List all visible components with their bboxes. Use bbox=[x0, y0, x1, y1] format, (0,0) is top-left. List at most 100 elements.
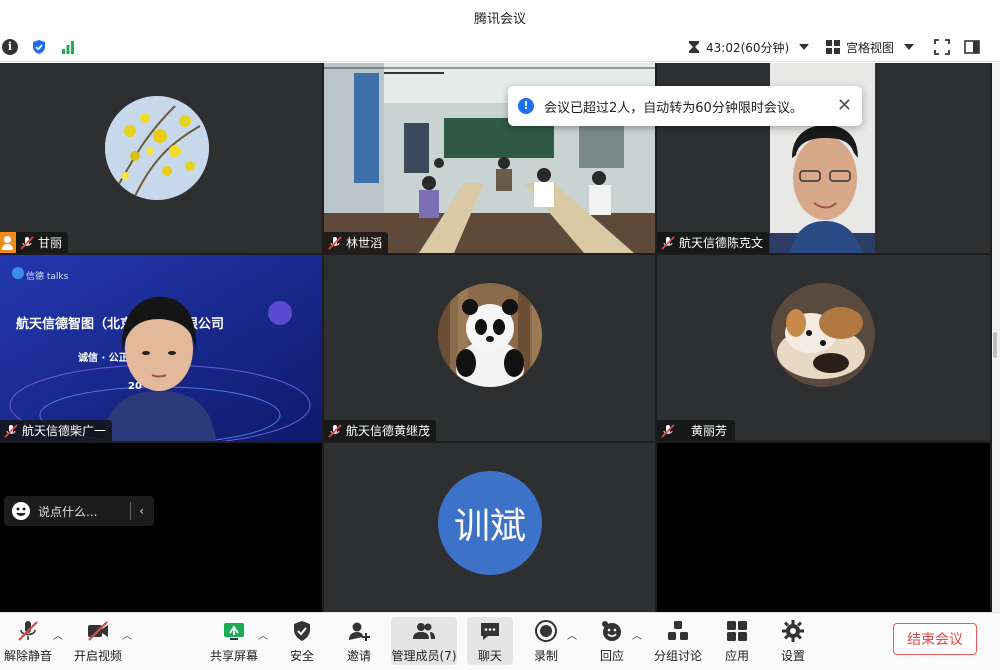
participant-name: 林世滔 bbox=[346, 236, 383, 250]
gear-icon bbox=[782, 620, 804, 642]
panda-avatar-image bbox=[438, 283, 542, 387]
mic-muted-icon bbox=[20, 235, 34, 250]
empty-tile bbox=[657, 443, 990, 612]
name-bar: 航天信德黄继茂 bbox=[324, 420, 437, 441]
avatar bbox=[771, 283, 875, 387]
mic-muted-icon bbox=[18, 621, 38, 641]
flower-avatar-image bbox=[105, 96, 209, 200]
settings-button[interactable]: 设置 bbox=[777, 617, 809, 665]
mic-muted-icon bbox=[328, 235, 342, 250]
scrollbar-thumb[interactable] bbox=[993, 332, 997, 358]
record-icon bbox=[535, 620, 557, 642]
members-icon bbox=[413, 623, 435, 639]
view-mode-label: 宫格视图 bbox=[846, 40, 895, 55]
fullscreen-icon[interactable] bbox=[934, 39, 950, 55]
participant-name: 黄丽芳 bbox=[691, 424, 728, 438]
apps-button[interactable]: 应用 bbox=[721, 617, 753, 665]
status-bar: i 43:02(60分钟) 宫格视图 bbox=[0, 32, 1000, 62]
avatar: 训斌 bbox=[438, 471, 542, 575]
host-icon bbox=[0, 232, 16, 253]
chevron-up-icon[interactable]: ︿ bbox=[122, 627, 132, 642]
reactions-label: 回应 bbox=[599, 649, 624, 663]
name-bar: 甘丽 bbox=[0, 232, 69, 253]
breakout-rooms-icon bbox=[668, 621, 688, 640]
avatar bbox=[105, 96, 209, 200]
chat-placeholder: 说点什么... bbox=[38, 504, 98, 519]
chat-label: 聊天 bbox=[477, 649, 502, 663]
participant-tile[interactable]: 信德 talks 航天信德智图（北京）科技有限公司 诚信 · 公正 20 航天信… bbox=[0, 255, 322, 441]
chevron-up-icon[interactable]: ︿ bbox=[53, 627, 63, 642]
meeting-toolbar: 解除静音 ︿ 开启视频 ︿ 共享屏幕 ︿ 安全 邀请 管理成员(7) 聊天 录制… bbox=[0, 612, 1000, 670]
invite-button[interactable]: 邀请 bbox=[342, 617, 376, 665]
participant-tile[interactable]: 航天信德黄继茂 bbox=[324, 255, 655, 441]
unmute-label: 解除静音 bbox=[4, 649, 53, 663]
breakout-button[interactable]: 分组讨论 bbox=[653, 617, 703, 665]
title-bar: 腾讯会议 bbox=[0, 0, 1000, 32]
apps-label: 应用 bbox=[724, 649, 749, 663]
divider bbox=[130, 502, 132, 520]
start-video-button[interactable]: 开启视频 bbox=[72, 617, 124, 665]
record-button[interactable]: 录制 bbox=[530, 617, 562, 665]
video-grid: 甘丽 林世滔 航天信德陈克文 信德 talks 航天信德智图（北京）科技有限公司… bbox=[0, 63, 992, 612]
participant-tile[interactable]: 黄丽芳 bbox=[657, 255, 990, 441]
start-video-label: 开启视频 bbox=[73, 649, 122, 663]
info-icon[interactable]: i bbox=[2, 39, 18, 55]
share-screen-button[interactable]: 共享屏幕 bbox=[209, 617, 259, 665]
participant-name: 甘丽 bbox=[38, 236, 63, 250]
manage-members-label: 管理成员(7) bbox=[391, 649, 457, 663]
invite-label: 邀请 bbox=[346, 649, 371, 663]
breakout-label: 分组讨论 bbox=[653, 649, 702, 663]
name-bar: 航天信德柴广一 bbox=[0, 420, 113, 441]
name-bar: 航天信德陈克文 bbox=[657, 232, 770, 253]
sidebar-toggle-icon[interactable] bbox=[964, 39, 980, 55]
record-label: 录制 bbox=[533, 649, 558, 663]
security-button[interactable]: 安全 bbox=[285, 617, 319, 665]
chat-button[interactable]: 聊天 bbox=[467, 617, 513, 665]
mic-muted-icon bbox=[328, 423, 342, 438]
signal-icon[interactable] bbox=[60, 39, 76, 55]
window-title: 腾讯会议 bbox=[473, 12, 526, 27]
grid-view-icon bbox=[826, 40, 840, 54]
alert-icon: ! bbox=[518, 98, 534, 114]
chevron-left-icon[interactable]: ‹ bbox=[139, 504, 144, 518]
hourglass-icon bbox=[689, 41, 699, 53]
apps-icon bbox=[727, 621, 747, 641]
chevron-down-icon bbox=[904, 44, 915, 50]
share-screen-label: 共享屏幕 bbox=[209, 649, 258, 663]
chevron-down-icon bbox=[799, 44, 810, 50]
camera-off-icon bbox=[88, 621, 108, 641]
empty-tile bbox=[0, 443, 322, 612]
meeting-limit-toast: ! 会议已超过2人，自动转为60分钟限时会议。 ✕ bbox=[508, 86, 862, 126]
chevron-up-icon[interactable]: ︿ bbox=[567, 627, 577, 642]
name-bar: 黄丽芳 bbox=[657, 420, 736, 441]
view-mode-selector[interactable]: 宫格视图 bbox=[826, 39, 915, 55]
chat-input[interactable]: 说点什么... ‹ bbox=[4, 496, 154, 526]
end-meeting-button[interactable]: 结束会议 bbox=[893, 623, 977, 655]
manage-members-button[interactable]: 管理成员(7) bbox=[391, 617, 457, 665]
participant-name: 航天信德柴广一 bbox=[22, 424, 107, 438]
dog-avatar-image bbox=[771, 283, 875, 387]
toast-message: 会议已超过2人，自动转为60分钟限时会议。 bbox=[544, 100, 803, 116]
chat-icon bbox=[481, 623, 499, 640]
close-icon[interactable]: ✕ bbox=[837, 97, 852, 115]
mic-muted-icon bbox=[661, 235, 675, 250]
shield-icon bbox=[294, 621, 310, 641]
participant-name: 航天信德陈克文 bbox=[679, 236, 764, 250]
reactions-button[interactable]: 回应 bbox=[596, 617, 628, 665]
emoji-icon[interactable] bbox=[12, 502, 30, 520]
security-label: 安全 bbox=[289, 649, 314, 663]
participant-name: 航天信德黄继茂 bbox=[346, 424, 431, 438]
avatar bbox=[438, 283, 542, 387]
slide-brand: 信德 talks bbox=[26, 272, 69, 282]
participant-video bbox=[102, 297, 216, 441]
participant-tile[interactable]: 甘丽 bbox=[0, 63, 322, 253]
reaction-icon bbox=[602, 621, 621, 641]
meeting-timer[interactable]: 43:02(60分钟) bbox=[688, 39, 810, 55]
participant-tile[interactable]: 训斌 bbox=[324, 443, 655, 612]
chevron-up-icon[interactable]: ︿ bbox=[258, 627, 268, 642]
unmute-button[interactable]: 解除静音 bbox=[4, 617, 52, 665]
mic-muted-icon bbox=[661, 423, 675, 438]
name-bar: 林世滔 bbox=[324, 232, 389, 253]
chevron-up-icon[interactable]: ︿ bbox=[632, 627, 642, 642]
security-shield-icon[interactable] bbox=[31, 39, 47, 55]
